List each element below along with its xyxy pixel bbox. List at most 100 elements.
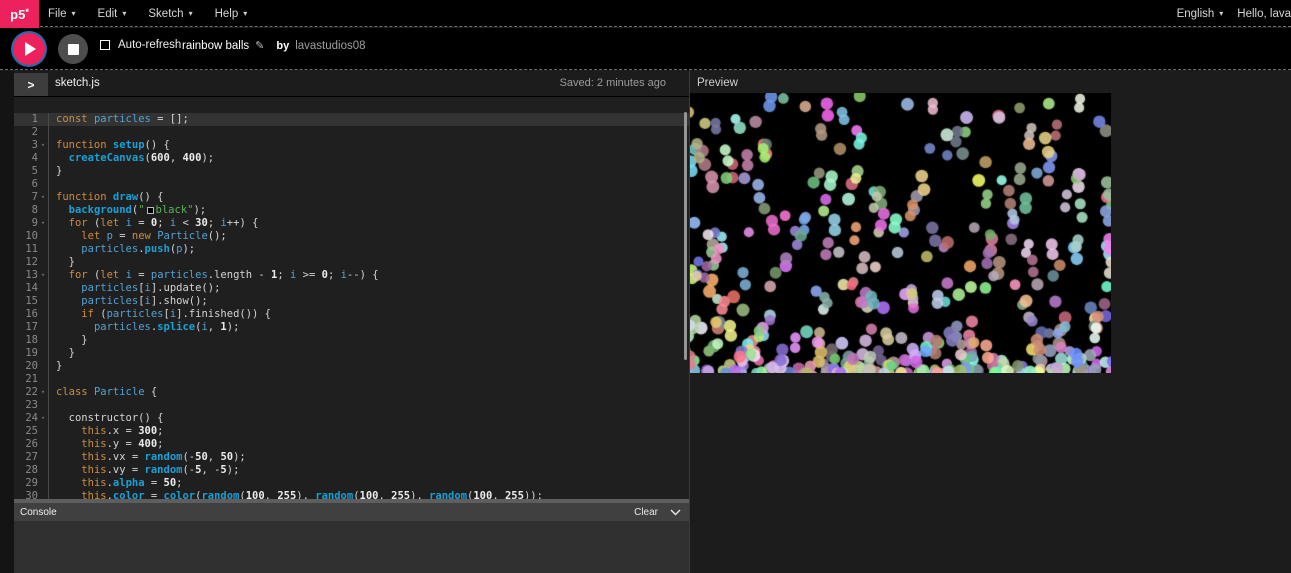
- sidebar-expand-button[interactable]: >: [14, 73, 48, 96]
- fold-gutter: [38, 451, 49, 464]
- code-line[interactable]: 15 particles[i].show();: [14, 295, 689, 308]
- fold-arrow-icon[interactable]: ▾: [38, 191, 49, 204]
- code-text: let p = new Particle();: [49, 230, 227, 243]
- fold-gutter: [38, 425, 49, 438]
- code-line[interactable]: 7▾function draw() {: [14, 191, 689, 204]
- code-line[interactable]: 12 }: [14, 256, 689, 269]
- code-line[interactable]: 9▾ for (let i = 0; i < 30; i++) {: [14, 217, 689, 230]
- line-number: 18: [14, 334, 38, 347]
- fold-gutter: [38, 113, 49, 126]
- fold-gutter: [38, 321, 49, 334]
- stop-icon: [68, 44, 79, 55]
- console-clear-button[interactable]: Clear: [634, 507, 658, 518]
- fold-gutter: [38, 373, 49, 386]
- code-line[interactable]: 10 let p = new Particle();: [14, 230, 689, 243]
- line-number: 14: [14, 282, 38, 295]
- code-text: background("black");: [49, 204, 206, 217]
- user-greeting[interactable]: Hello, lava: [1237, 8, 1291, 20]
- fold-arrow-icon[interactable]: ▾: [38, 269, 49, 282]
- author-name[interactable]: lavastudios08: [295, 40, 365, 52]
- fold-gutter: [38, 178, 49, 191]
- fold-gutter: [38, 347, 49, 360]
- fold-arrow-icon[interactable]: ▾: [38, 217, 49, 230]
- language-label: English: [1177, 8, 1215, 20]
- code-line[interactable]: 30 this.color = color(random(100, 255), …: [14, 490, 689, 499]
- line-number: 2: [14, 126, 38, 139]
- code-line[interactable]: 11 particles.push(p);: [14, 243, 689, 256]
- code-line[interactable]: 13▾ for (let i = particles.length - 1; i…: [14, 269, 689, 282]
- menu-file[interactable]: File▾: [48, 8, 76, 20]
- line-number: 26: [14, 438, 38, 451]
- language-selector[interactable]: English▾: [1177, 8, 1224, 20]
- color-swatch-icon[interactable]: [147, 207, 154, 214]
- line-number: 7: [14, 191, 38, 204]
- p5-logo[interactable]: p5*: [0, 0, 39, 28]
- code-line[interactable]: 26 this.y = 400;: [14, 438, 689, 451]
- code-line[interactable]: 14 particles[i].update();: [14, 282, 689, 295]
- code-line[interactable]: 24▾ constructor() {: [14, 412, 689, 425]
- edit-title-pencil-icon[interactable]: ✎: [255, 39, 264, 52]
- code-line[interactable]: 8 background("black");: [14, 204, 689, 217]
- toolbar: Auto-refresh rainbow balls ✎ by lavastud…: [0, 28, 1291, 70]
- code-text: [49, 373, 56, 386]
- code-line[interactable]: 5}: [14, 165, 689, 178]
- editor-vertical-scrollbar[interactable]: [684, 112, 687, 360]
- code-text: this.y = 400;: [49, 438, 164, 451]
- code-line[interactable]: 21: [14, 373, 689, 386]
- code-line[interactable]: 20}: [14, 360, 689, 373]
- code-line[interactable]: 1const particles = [];: [14, 113, 689, 126]
- play-button[interactable]: [13, 33, 45, 65]
- stop-button[interactable]: [58, 34, 88, 64]
- code-line[interactable]: 16 if (particles[i].finished()) {: [14, 308, 689, 321]
- line-number: 13: [14, 269, 38, 282]
- code-text: this.x = 300;: [49, 425, 164, 438]
- line-number: 3: [14, 139, 38, 152]
- code-text: particles[i].show();: [49, 295, 208, 308]
- code-editor[interactable]: 1const particles = [];23▾function setup(…: [14, 96, 689, 499]
- fold-arrow-icon[interactable]: ▾: [38, 412, 49, 425]
- chevron-down-icon: ▾: [243, 9, 247, 18]
- fold-gutter: [38, 399, 49, 412]
- menu-edit[interactable]: Edit▾: [98, 8, 127, 20]
- fold-gutter: [38, 165, 49, 178]
- project-title[interactable]: rainbow balls: [182, 40, 249, 52]
- code-line[interactable]: 29 this.alpha = 50;: [14, 477, 689, 490]
- code-line[interactable]: 17 particles.splice(i, 1);: [14, 321, 689, 334]
- line-number: 5: [14, 165, 38, 178]
- logo-asterisk: *: [25, 7, 29, 17]
- code-line[interactable]: 18 }: [14, 334, 689, 347]
- code-line[interactable]: 23: [14, 399, 689, 412]
- auto-refresh-checkbox[interactable]: [100, 40, 110, 50]
- code-text: createCanvas(600, 400);: [49, 152, 214, 165]
- line-number: 6: [14, 178, 38, 191]
- sketch-canvas[interactable]: [690, 93, 1111, 373]
- code-line[interactable]: 28 this.vy = random(-5, -5);: [14, 464, 689, 477]
- line-number: 4: [14, 152, 38, 165]
- tab-sketch-js[interactable]: sketch.js: [55, 77, 100, 89]
- fold-gutter: [38, 477, 49, 490]
- menu-help[interactable]: Help ▾: [215, 8, 248, 20]
- code-line[interactable]: 4 createCanvas(600, 400);: [14, 152, 689, 165]
- file-tabbar: > sketch.js Saved: 2 minutes ago: [0, 72, 690, 96]
- line-number: 12: [14, 256, 38, 269]
- line-number: 19: [14, 347, 38, 360]
- code-line[interactable]: 19 }: [14, 347, 689, 360]
- fold-arrow-icon[interactable]: ▾: [38, 139, 49, 152]
- fold-arrow-icon[interactable]: ▾: [38, 386, 49, 399]
- code-line[interactable]: 22▾class Particle {: [14, 386, 689, 399]
- console-title: Console: [20, 507, 57, 518]
- code-line[interactable]: 2: [14, 126, 689, 139]
- code-line[interactable]: 25 this.x = 300;: [14, 425, 689, 438]
- code-text: constructor() {: [49, 412, 163, 425]
- code-line[interactable]: 3▾function setup() {: [14, 139, 689, 152]
- code-line[interactable]: 6: [14, 178, 689, 191]
- menu-sketch-label: Sketch: [148, 8, 183, 20]
- line-number: 28: [14, 464, 38, 477]
- line-number: 17: [14, 321, 38, 334]
- code-line[interactable]: 27 this.vx = random(-50, 50);: [14, 451, 689, 464]
- console-collapse-button[interactable]: [670, 509, 681, 516]
- fold-gutter: [38, 204, 49, 217]
- menu-help-label: Help: [215, 8, 239, 20]
- menu-sketch[interactable]: Sketch▾: [148, 8, 192, 20]
- code-text: const particles = [];: [49, 113, 189, 126]
